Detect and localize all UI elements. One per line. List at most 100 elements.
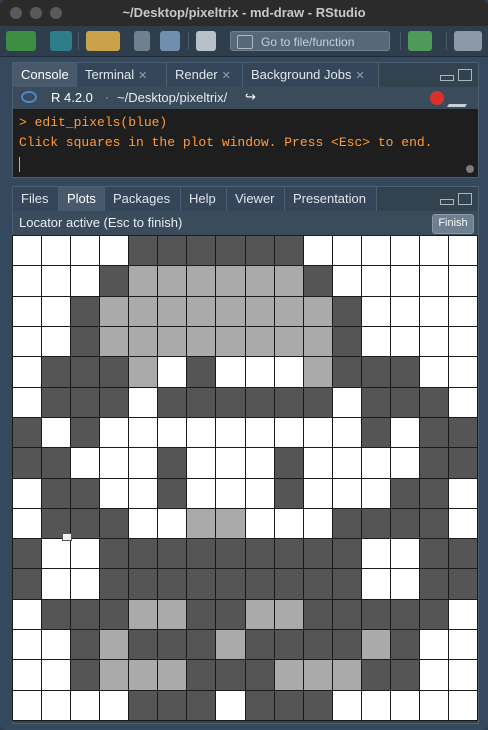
pixel-cell[interactable]: [186, 325, 217, 358]
pixel-cell[interactable]: [447, 598, 478, 631]
pixel-cell[interactable]: [360, 235, 391, 267]
pixel-cell[interactable]: [331, 356, 362, 388]
pixel-cell[interactable]: [157, 538, 188, 570]
pixel-cell[interactable]: [41, 629, 72, 661]
pixel-cell[interactable]: [302, 538, 333, 570]
pixel-cell[interactable]: [389, 507, 420, 540]
pixel-cell[interactable]: [12, 325, 43, 358]
pixel-cell[interactable]: [331, 659, 362, 691]
pixel-cell[interactable]: [360, 538, 391, 570]
pixel-cell[interactable]: [389, 235, 420, 267]
pixel-cell[interactable]: [302, 507, 333, 540]
new-file-icon[interactable]: [6, 31, 36, 51]
pixel-cell[interactable]: [389, 477, 420, 509]
pixel-cell[interactable]: [128, 659, 159, 691]
pixel-cell[interactable]: [360, 477, 391, 509]
pixel-cell[interactable]: [244, 507, 275, 540]
pixel-cell[interactable]: [418, 598, 449, 631]
pixel-cell[interactable]: [41, 295, 72, 327]
pixel-cell[interactable]: [70, 659, 101, 691]
pixel-grid-plot[interactable]: [12, 235, 478, 721]
pixel-cell[interactable]: [331, 416, 362, 449]
pixel-cell[interactable]: [418, 325, 449, 358]
save-all-icon[interactable]: [160, 31, 180, 51]
pixel-cell[interactable]: [186, 629, 217, 661]
pixel-cell[interactable]: [302, 356, 333, 388]
tab-plots[interactable]: Plots: [59, 187, 105, 211]
pixel-cell[interactable]: [418, 295, 449, 327]
pixel-cell[interactable]: [302, 689, 333, 721]
goto-directory-icon[interactable]: ↪: [245, 89, 256, 105]
pixel-cell[interactable]: [186, 295, 217, 327]
pixel-cell[interactable]: [157, 235, 188, 267]
maximize-pane-icon[interactable]: [458, 193, 472, 205]
maximize-pane-icon[interactable]: [458, 69, 472, 81]
pixel-cell[interactable]: [418, 629, 449, 661]
pixel-cell[interactable]: [418, 568, 449, 600]
pixel-cell[interactable]: [447, 507, 478, 540]
pixel-cell[interactable]: [360, 568, 391, 600]
pixel-cell[interactable]: [99, 507, 130, 540]
pixel-cell[interactable]: [12, 235, 43, 267]
pixel-cell[interactable]: [12, 507, 43, 540]
pixel-cell[interactable]: [41, 598, 72, 631]
pixel-cell[interactable]: [244, 386, 275, 418]
pixel-cell[interactable]: [273, 265, 304, 297]
pixel-cell[interactable]: [12, 295, 43, 327]
pixel-cell[interactable]: [12, 416, 43, 449]
pixel-cell[interactable]: [389, 356, 420, 388]
pixel-cell[interactable]: [128, 538, 159, 570]
pixel-cell[interactable]: [128, 477, 159, 509]
pixel-cell[interactable]: [302, 295, 333, 327]
pixel-cell[interactable]: [215, 538, 246, 570]
pixel-cell[interactable]: [41, 538, 72, 570]
pixel-cell[interactable]: [244, 295, 275, 327]
pixel-cell[interactable]: [389, 325, 420, 358]
pixel-cell[interactable]: [360, 265, 391, 297]
pixel-cell[interactable]: [157, 659, 188, 691]
pixel-cell[interactable]: [215, 598, 246, 631]
tab-help[interactable]: Help: [181, 187, 227, 211]
pixel-cell[interactable]: [70, 689, 101, 721]
pixel-cell[interactable]: [41, 386, 72, 418]
pixel-cell[interactable]: [447, 659, 478, 691]
pixel-cell[interactable]: [186, 538, 217, 570]
pixel-cell[interactable]: [99, 568, 130, 600]
pixel-cell[interactable]: [244, 538, 275, 570]
pixel-cell[interactable]: [70, 356, 101, 388]
pixel-cell[interactable]: [360, 659, 391, 691]
pixel-cell[interactable]: [215, 295, 246, 327]
pixel-cell[interactable]: [273, 477, 304, 509]
pixel-cell[interactable]: [447, 629, 478, 661]
pixel-cell[interactable]: [99, 477, 130, 509]
pixel-cell[interactable]: [186, 416, 217, 449]
pixel-cell[interactable]: [389, 386, 420, 418]
save-icon[interactable]: [134, 31, 150, 51]
pixel-cell[interactable]: [70, 325, 101, 358]
pixel-cell[interactable]: [41, 325, 72, 358]
pixel-cell[interactable]: [215, 416, 246, 449]
pixel-cell[interactable]: [12, 659, 43, 691]
pixel-cell[interactable]: [360, 295, 391, 327]
new-project-icon[interactable]: [50, 31, 72, 51]
pixel-cell[interactable]: [128, 629, 159, 661]
pixel-cell[interactable]: [157, 689, 188, 721]
pixel-cell[interactable]: [273, 507, 304, 540]
pixel-cell[interactable]: [128, 447, 159, 479]
pixel-cell[interactable]: [215, 507, 246, 540]
minimize-pane-icon[interactable]: [440, 199, 454, 205]
pixel-cell[interactable]: [99, 416, 130, 449]
pixel-cell[interactable]: [157, 265, 188, 297]
pixel-cell[interactable]: [99, 447, 130, 479]
stop-icon[interactable]: [430, 91, 444, 105]
pixel-cell[interactable]: [389, 598, 420, 631]
print-icon[interactable]: [196, 31, 216, 51]
pixel-cell[interactable]: [128, 295, 159, 327]
tab-files[interactable]: Files: [13, 187, 59, 211]
pixel-cell[interactable]: [447, 235, 478, 267]
pixel-cell[interactable]: [302, 447, 333, 479]
pixel-cell[interactable]: [215, 659, 246, 691]
pixel-cell[interactable]: [331, 295, 362, 327]
pixel-cell[interactable]: [215, 356, 246, 388]
pixel-cell[interactable]: [12, 477, 43, 509]
